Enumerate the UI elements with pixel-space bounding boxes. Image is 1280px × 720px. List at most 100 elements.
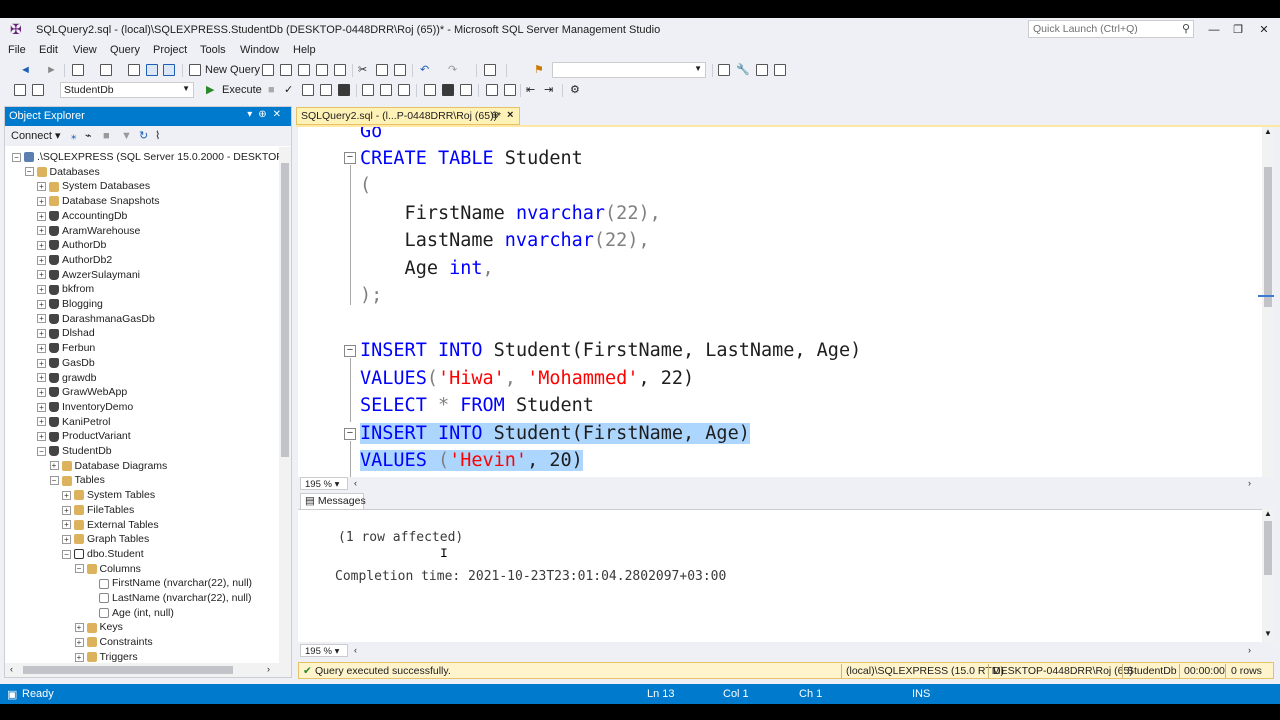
parse-check-icon[interactable]: ✓ [284,83,293,98]
decrease-indent-icon[interactable]: ⇤ [526,83,535,98]
toolbox-icon[interactable] [756,64,768,76]
expand-icon[interactable]: + [37,314,46,324]
cut-icon[interactable]: ✂ [358,63,367,78]
execute-play-icon[interactable]: ▶ [206,83,214,98]
editor-vertical-scrollbar[interactable]: ▲ [1258,127,1274,477]
results-to-text-icon[interactable] [424,84,436,96]
tree-node[interactable]: + ProductVariant [37,429,131,443]
results-to-file-icon[interactable] [460,84,472,96]
connect-server-icon[interactable]: ⁎ [71,129,77,144]
execute-button[interactable]: Execute [222,83,262,98]
comment-icon[interactable] [486,84,498,96]
disconnect-icon[interactable]: ⌁ [85,129,92,144]
add-file-icon[interactable] [100,64,112,76]
screenshot-icon[interactable] [484,64,496,76]
tree-node[interactable]: LastName (nvarchar(22), null) [87,591,251,605]
refresh-icon[interactable]: ↻ [139,129,148,144]
tree-node[interactable]: + System Databases [37,179,150,193]
tree-node[interactable]: + GasDb [37,356,95,370]
tree-node[interactable]: Age (int, null) [87,606,174,620]
collapse-icon[interactable]: − [37,446,46,456]
expand-icon[interactable]: + [37,196,46,206]
scroll-up-icon[interactable]: ▲ [1264,127,1272,136]
scroll-right-icon[interactable]: › [1248,645,1251,655]
include-plan-icon[interactable] [362,84,374,96]
live-stats-icon[interactable] [380,84,392,96]
expand-icon[interactable]: + [37,270,46,280]
tree-node[interactable]: + KaniPetrol [37,415,110,429]
pin-icon[interactable]: ⊕ [491,110,499,121]
expand-icon[interactable]: + [37,329,46,339]
stop-icon[interactable]: ■ [268,83,275,98]
properties-wrench-icon[interactable]: 🔧 [736,63,750,78]
tree-node[interactable]: − Databases [24,165,100,179]
specify-values-icon[interactable]: ⚙ [570,83,580,98]
menu-project[interactable]: Project [153,44,187,56]
tree-node[interactable]: + Graph Tables [62,532,149,546]
mdx-query-icon[interactable] [262,64,274,76]
expand-icon[interactable]: + [74,637,84,647]
scroll-thumb[interactable] [281,163,289,457]
expand-icon[interactable]: + [37,387,46,397]
panel-pin-close-icons[interactable]: ▾⊕✕ [247,109,287,120]
menu-file[interactable]: File [8,44,26,56]
display-plan-icon[interactable] [302,84,314,96]
expand-icon[interactable]: + [37,226,46,236]
increase-indent-icon[interactable]: ⇥ [544,83,553,98]
expand-icon[interactable]: + [62,490,71,500]
expand-icon[interactable]: + [62,520,71,530]
fold-collapse-icon[interactable]: − [344,345,356,357]
fold-collapse-icon[interactable]: − [344,428,356,440]
expand-icon[interactable]: + [62,534,71,544]
stop-square-icon[interactable]: ■ [103,129,110,144]
tree-vertical-scrollbar[interactable] [279,147,291,663]
tree-node[interactable]: − Columns [74,562,141,576]
new-project-icon[interactable] [72,64,84,76]
expand-icon[interactable]: + [37,211,46,221]
collapse-icon[interactable]: − [12,152,21,162]
tree-node[interactable]: − .\SQLEXPRESS (SQL Server 15.0.2000 - DE… [12,150,279,164]
menu-help[interactable]: Help [293,44,316,56]
scroll-left-icon[interactable]: ‹ [354,478,357,488]
tree-node[interactable]: + DarashmanaGasDb [37,312,155,326]
tree-node[interactable]: + AuthorDb [37,238,106,252]
scroll-thumb[interactable] [23,666,233,674]
scroll-down-icon[interactable]: ▼ [1264,629,1272,638]
expand-icon[interactable]: + [37,255,46,265]
messages-zoom-select[interactable]: 195 % ▾ [300,644,348,657]
quick-launch-input[interactable]: Quick Launch (Ctrl+Q) ⚲ [1028,20,1194,38]
copy-icon[interactable] [376,64,388,76]
menu-edit[interactable]: Edit [39,44,58,56]
tree-node[interactable]: + Ferbun [37,341,95,355]
activity-monitor-icon[interactable]: ⌇ [155,129,160,144]
expand-icon[interactable]: + [37,240,46,250]
forward-icon[interactable]: ► [46,63,57,78]
expand-icon[interactable]: + [37,182,46,192]
messages-tab[interactable]: ▤ Messages [300,493,366,509]
minimize-icon[interactable]: — [1204,22,1224,38]
messages-vertical-scrollbar[interactable]: ▲ ▼ [1262,509,1274,642]
sql-editor[interactable]: − − − Go CREATE TABLE Student ( FirstNam… [298,127,1262,477]
redo-icon[interactable]: ↷ [448,63,457,78]
tree-node[interactable]: + Triggers [74,650,138,663]
save-all-icon[interactable] [163,64,175,76]
expand-icon[interactable]: + [37,417,46,427]
back-icon[interactable]: ◄ [20,63,31,78]
save-icon[interactable] [146,64,158,76]
debug-target-icon[interactable]: ⚑ [534,63,544,78]
tree-node[interactable]: − StudentDb [37,444,112,458]
close-icon[interactable]: ✕ [1254,22,1274,38]
collapse-icon[interactable]: − [74,564,84,574]
client-stats-icon[interactable] [398,84,410,96]
open-file-icon[interactable] [128,64,140,76]
tree-node[interactable]: − dbo.Student [62,547,144,561]
expand-icon[interactable]: + [37,343,46,353]
scroll-left-icon[interactable]: ‹ [354,645,357,655]
collapse-icon[interactable]: − [62,549,71,559]
tree-node[interactable]: FirstName (nvarchar(22), null) [87,576,252,590]
expand-icon[interactable]: + [49,461,59,471]
scroll-left-icon[interactable]: ‹ [10,664,13,674]
database-select[interactable]: StudentDb ▼ [60,82,194,98]
tree-node[interactable]: + Dlshad [37,326,95,340]
expand-icon[interactable]: + [74,652,84,662]
